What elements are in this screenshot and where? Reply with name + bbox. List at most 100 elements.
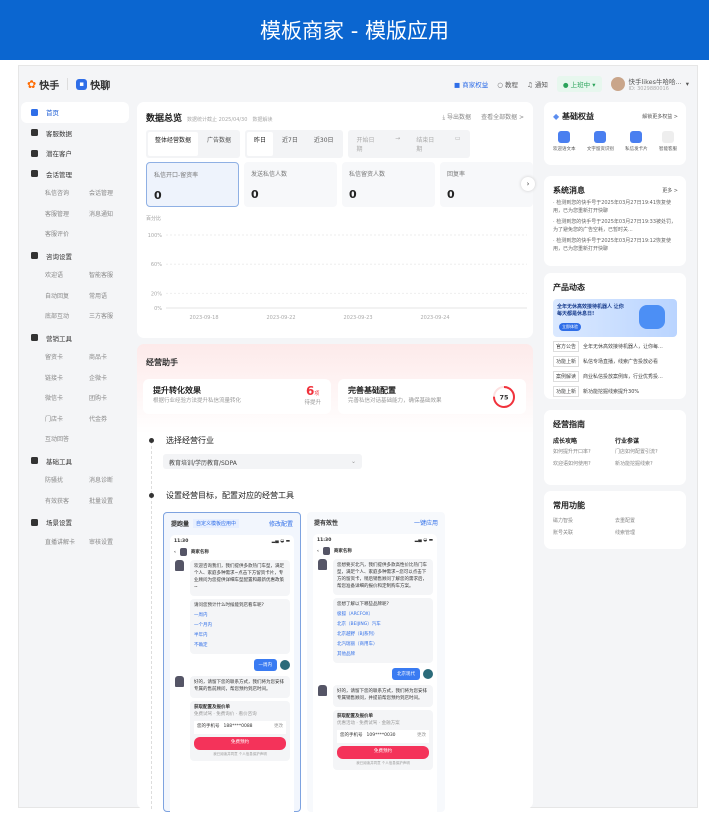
sidebar-subitem[interactable]: 直播讲解卡: [45, 533, 89, 554]
sidebar-subitem[interactable]: 代金券: [89, 410, 133, 431]
sidebar-subitem[interactable]: 客服管理: [45, 205, 89, 226]
sidebar-subitem[interactable]: 留资卡: [45, 348, 89, 369]
kuaishou-logo[interactable]: ✿ 快手: [27, 77, 59, 92]
sidebar-subitem[interactable]: 欢迎语: [45, 266, 89, 287]
news-item[interactable]: 案例解读 商业私信投放案例库，行业优秀投...: [553, 371, 677, 382]
phone-field[interactable]: 您的手机号 188****0088 更改: [194, 720, 286, 734]
answer-option[interactable]: 北汽瑞丽（商用车）: [337, 642, 429, 649]
modify-config-link[interactable]: 修改配置: [269, 519, 293, 528]
sidebar-item[interactable]: 潜在客户: [21, 143, 129, 164]
product-banner[interactable]: 全年无休高效接待机器人 让你每天都是休息日! 立即体验: [553, 299, 677, 337]
sidebar-subitem[interactable]: 消息通知: [89, 205, 133, 226]
sidebar-subitem[interactable]: 批量设置: [89, 492, 133, 513]
answer-option[interactable]: 极狐（ARCFOX）: [337, 612, 429, 619]
phone-field[interactable]: 您的手机号 109****0030 更改: [337, 729, 429, 743]
range-30d[interactable]: 近30日: [307, 132, 341, 156]
next-metrics-button[interactable]: ›: [521, 177, 535, 191]
sidebar-item[interactable]: 营销工具: [21, 328, 129, 349]
status-dropdown[interactable]: ● 上班中 ▾: [556, 76, 602, 92]
sidebar-subitem[interactable]: 企微卡: [89, 369, 133, 390]
sidebar-subitem[interactable]: 消息诊断: [89, 471, 133, 492]
improve-conversion-card[interactable]: 提升转化效果 根据行业经验方法提升私信流量转化 6项 待提升: [143, 379, 331, 414]
sidebar-subitem[interactable]: 客服评价: [45, 225, 89, 246]
sidebar-subitem[interactable]: 商品卡: [89, 348, 133, 369]
basic-config-card[interactable]: 完善基础配置 完善私信对话基础能力，确保基础效果 75: [338, 379, 526, 414]
answer-option[interactable]: 半年内: [194, 633, 286, 640]
answer-option[interactable]: 一个月内: [194, 623, 286, 630]
more-messages-link[interactable]: 更多 >: [662, 187, 678, 194]
message-item[interactable]: · 检测到您的快手号于2025年03月27日19:12恢复使用，已为您重新打开快…: [553, 237, 677, 253]
reserve-button[interactable]: 免费预约: [337, 745, 429, 759]
metric-card[interactable]: 发送私信人数 0: [244, 162, 337, 207]
function-link[interactable]: 磁力智投: [553, 517, 615, 524]
kuailiao-logo[interactable]: ▪ 快聊: [76, 77, 110, 92]
tutorial-link[interactable]: ○ 教程: [497, 79, 518, 89]
sidebar-subitem[interactable]: 自动回复: [45, 287, 89, 308]
sidebar-subitem[interactable]: 互动回答: [45, 430, 89, 451]
answer-option[interactable]: 不确定: [194, 643, 286, 650]
notify-link[interactable]: ♫ 通知: [527, 79, 548, 89]
metric-card[interactable]: 私信留资人数 0: [342, 162, 435, 207]
change-link[interactable]: 更改: [417, 733, 426, 740]
function-link[interactable]: 线索管理: [615, 529, 677, 536]
sidebar-subitem[interactable]: 常用语: [89, 287, 133, 308]
view-all-link[interactable]: 查看全部数据 >: [481, 112, 524, 122]
answer-option[interactable]: 北京越野（BJ系列）: [337, 632, 429, 639]
data-interpret-link[interactable]: 数据解读: [252, 116, 272, 123]
guide-link[interactable]: 欢迎语如何使用?: [553, 460, 615, 467]
function-link[interactable]: 去重配置: [615, 517, 677, 524]
start-date[interactable]: 开始日期: [350, 132, 387, 156]
sidebar-subitem[interactable]: 审核设置: [89, 533, 133, 554]
change-link[interactable]: 更改: [274, 724, 283, 731]
merchant-rights-link[interactable]: ■ 商家权益: [454, 79, 488, 89]
end-date[interactable]: 结束日期: [409, 132, 446, 156]
form-radios[interactable]: 免费试驾 · 免费询价 · 看价咨询: [194, 712, 286, 719]
answer-option[interactable]: 北京（BEIJING）汽车: [337, 622, 429, 629]
reserve-button[interactable]: 免费预约: [194, 736, 286, 750]
back-icon[interactable]: ‹: [317, 549, 319, 554]
answer-option[interactable]: 一周内: [194, 613, 286, 620]
guide-link[interactable]: 新功能挖掘线索?: [615, 460, 677, 467]
answer-option[interactable]: 其他品牌: [337, 652, 429, 659]
rights-item[interactable]: 智能客服: [659, 131, 677, 152]
metric-card[interactable]: 回复率 0: [440, 162, 533, 207]
sidebar-subitem[interactable]: 会话管理: [89, 184, 133, 205]
sidebar-subitem[interactable]: 微信卡: [45, 389, 89, 410]
rights-item[interactable]: 私信发卡片: [625, 131, 648, 152]
sidebar-item[interactable]: 咨询设置: [21, 246, 129, 267]
guide-link[interactable]: 门店如何配置引流?: [615, 448, 677, 455]
news-item[interactable]: 功能上新 私信专场直播，线索广告投放必看: [553, 356, 677, 367]
date-range-picker[interactable]: 开始日期 → 结束日期 ▭: [347, 130, 470, 158]
message-item[interactable]: · 检测到您的快手号于2025年03月27日19:33被处罚，为了避免您的广告空…: [553, 218, 677, 234]
sidebar-item[interactable]: 首页: [21, 102, 129, 123]
agreement-text[interactable]: 我已阅读并同意 个人信息保护声明: [194, 752, 286, 757]
rights-item[interactable]: 文字留资识别: [587, 131, 614, 152]
news-item[interactable]: 官方公告 全年无休高效接待机器人，让你每...: [553, 341, 677, 352]
sidebar-subitem[interactable]: 团购卡: [89, 389, 133, 410]
function-link[interactable]: 账号关联: [553, 529, 615, 536]
range-7d[interactable]: 近7日: [275, 132, 305, 156]
message-item[interactable]: · 检测到您的快手号于2025年03月27日19:41恢复使用，已为您重新打开快…: [553, 199, 677, 215]
sidebar-subitem[interactable]: 底部互动: [45, 307, 89, 328]
sidebar-item[interactable]: 场景设置: [21, 512, 129, 533]
sidebar-subitem[interactable]: 门店卡: [45, 410, 89, 431]
tab-overall[interactable]: 整体经营数据: [148, 132, 199, 156]
sidebar-subitem[interactable]: 防骚扰: [45, 471, 89, 492]
sidebar-subitem[interactable]: 有效获客: [45, 492, 89, 513]
one-click-apply-link[interactable]: 一键应用: [414, 518, 438, 527]
tab-ads[interactable]: 广告数据: [200, 132, 238, 156]
sidebar-subitem[interactable]: 链接卡: [45, 369, 89, 390]
sidebar-subitem[interactable]: 三方客服: [89, 307, 133, 328]
guide-link[interactable]: 如何提升开口率?: [553, 448, 615, 455]
metric-card[interactable]: 私信开口-留资率 0: [146, 162, 239, 207]
form-radios[interactable]: 优惠活动 · 免费试驾 · 金融方案: [337, 721, 429, 728]
sidebar-subitem[interactable]: 智能客服: [89, 266, 133, 287]
tool-volume[interactable]: 提跑量 自定义模板应用中 修改配置 11:30 ▂▄ ◒ ▬ ‹ 商家名称 欢迎咨询我们，我…: [163, 512, 301, 825]
agreement-text[interactable]: 我已阅读并同意 个人信息保护声明: [337, 761, 429, 766]
sidebar-subitem[interactable]: 私信咨询: [45, 184, 89, 205]
industry-select[interactable]: 教育培训/学历教育/SDPA ⌄: [163, 454, 362, 469]
sidebar-item[interactable]: 会话管理: [21, 164, 129, 185]
tool-validity[interactable]: 提有效性 一键应用 11:30 ▂▄ ◒ ▬ ‹ 商家名称 您想要买北汽，我们提供多款高性…: [307, 512, 445, 824]
export-button[interactable]: ⤓ 导出数据: [442, 112, 471, 122]
range-yesterday[interactable]: 昨日: [247, 132, 274, 156]
